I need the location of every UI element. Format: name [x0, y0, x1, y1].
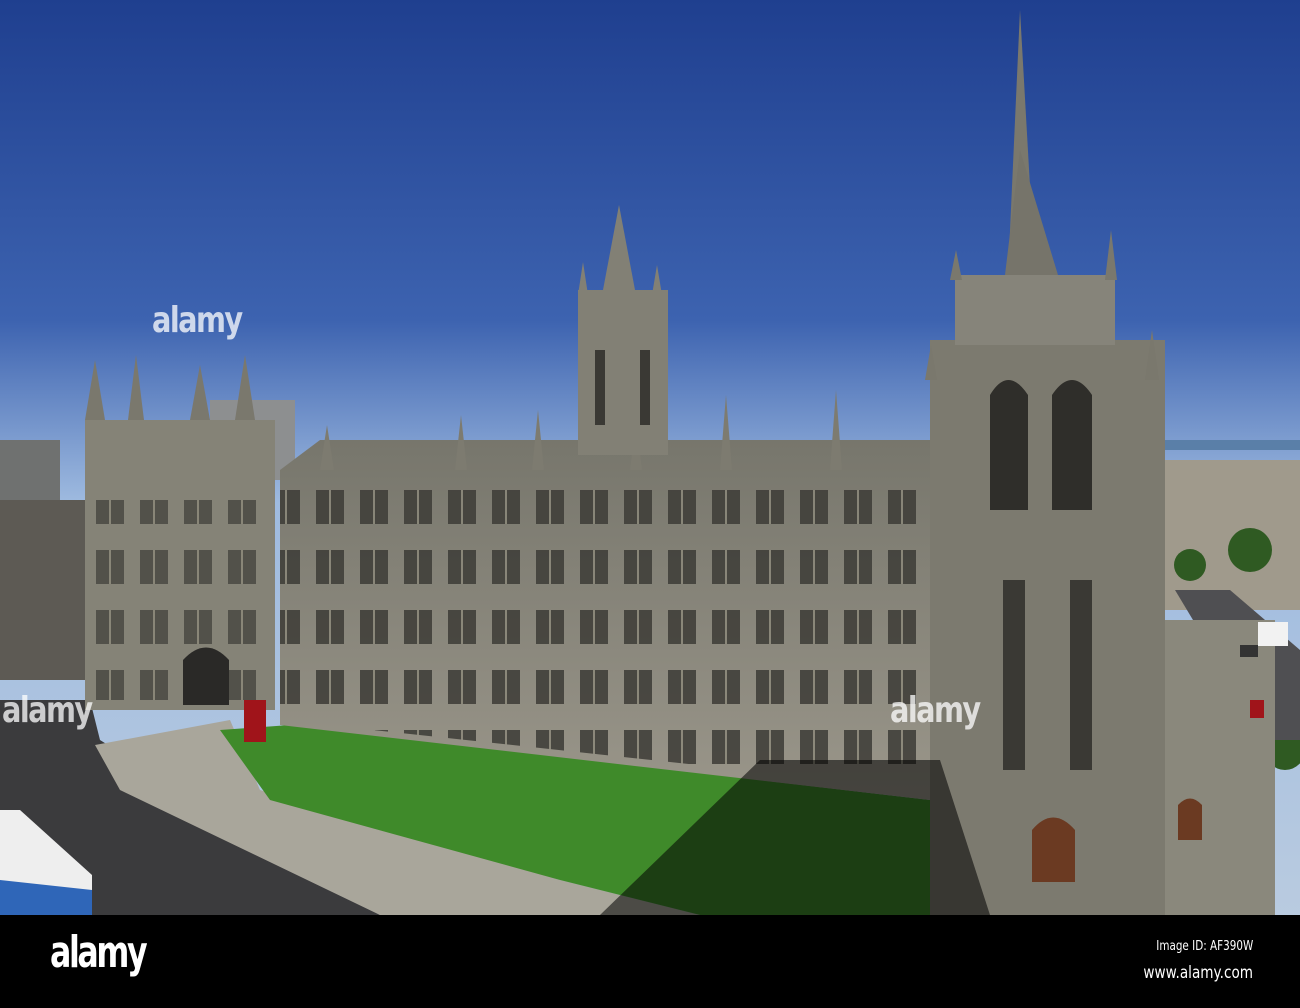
image-id: Image ID: AF390W — [1156, 939, 1253, 954]
photo-scene — [0, 0, 1300, 915]
red-sign — [244, 700, 266, 742]
stock-photo: alamy alamy alamy alamy Image ID: AF390W… — [0, 0, 1300, 1008]
watermark: alamy — [890, 690, 981, 731]
watermark: alamy — [2, 690, 93, 731]
website-link[interactable]: www.alamy.com — [1143, 963, 1253, 983]
watermark: alamy — [152, 300, 243, 341]
alamy-logo: alamy — [50, 927, 148, 978]
footer-bar: alamy Image ID: AF390W www.alamy.com — [0, 915, 1300, 1008]
